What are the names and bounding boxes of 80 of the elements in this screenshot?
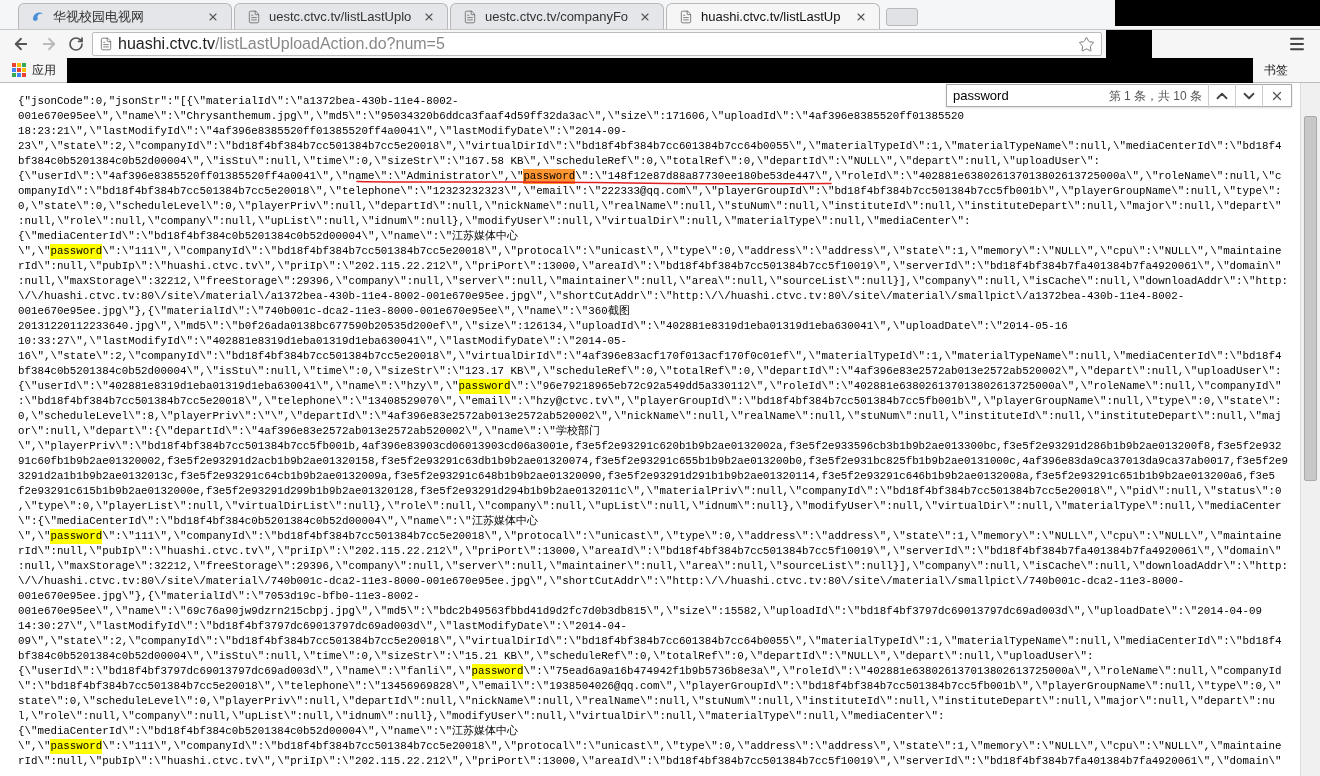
json-text: :\"bd18f4bf384b7cc501384b7cc5e20018\",\"telephone\":\"13408529070\",\"email\":\"hzy@ctvc.tv\",\"playerGroupId\":\"bd18f4bf384b7cc501384b7cc5fb001b\",\"playerGroupName\":null,\"type\":0,\"state\": xyxy=(18,394,1282,409)
json-text: :null,\"maxStorage\":32212,\"freeStorage\":29396,\"company\":null,\"server\":null,\"maintainer\":null,\"area\":null,\"sourceList\":null}],\"company\":null,\"isCache\":null,\"downloadAddr\":\"http: xyxy=(18,559,1288,574)
browser-tab[interactable]: uestc.ctvc.tv/listLastUplo xyxy=(234,3,448,29)
json-text: 20131220112233640.jpg\",\"md5\":\"b0f26ada0138bc677590b20535d200ef\",\"size\":126134,\"uploadId\":\"402881e8319d1eba01319d1eba630041\",\"uploadDate\":\"2014-05-16 xyxy=(18,319,1068,334)
json-text: bf384c0b5201384c0b52d00004\",\"isStu\":null,\"time\":0,\"sizeStr\":\"123.17 KB\",\"scheduleRef\":0,\"totalRef\":0,\"departId\":\"4af396e83e2572ab013e2572ab520002\",\"depart\":null,\"uploadUser\": xyxy=(18,364,1282,379)
back-icon[interactable] xyxy=(12,35,30,53)
json-text: \":\"111\",\"companyId\":\"bd18f4bf384b7cc501384b7cc5e20018\",\"protocal\":\"unicast\",\"type\":0,\"address\":\"address\",\"state\":1,\"memory\":\"NULL\",\"cpu\":\"NULL\",\"maintaine xyxy=(102,244,1282,259)
json-text: 09\",\"state\":2,\"companyId\":\"bd18f4bf384b7cc501384b7cc5e20018\",\"virtualDirId\":\"bd18f4bf384b7cc601384b7cc64b0055\",\"materialTypeId\":1,\"materialTypeName\":null,\"mediaCenterId\":\"bd18f4 xyxy=(18,634,1282,649)
browser-tab[interactable]: 华视校园电视网 xyxy=(18,3,232,29)
json-text: {\"mediaCenterId\":\"bd18f4bf384c0b5201384c0b52d00004\",\"name\":\"江苏媒体中心 xyxy=(18,229,519,244)
star-icon[interactable] xyxy=(1078,35,1095,53)
json-text: 001e670e95ee.jpg\"},{\"materialId\":\"7053d19c-bfb0-11e3-8002- xyxy=(18,589,420,604)
json-text: 10:33:27\",\"lastModifyId\":\"402881e8319d1eba01319d1eba630041\",\"lastModifyDate\":\"2014-05- xyxy=(18,334,628,349)
json-text: \/\/huashi.ctvc.tv:80\/site\/material\/a1372bea-430b-11e4-8002-001e670e95ee.jpg\",\"shortCutAddr\":\"http:\/\/huashi.ctvc.tv:80\/site\/material\/smallpict\/a1372bea-430b-11e4-8002- xyxy=(18,289,1185,304)
json-text: 001e670e95ee\",\"name\":\"Chrysanthemum.jpg\",\"md5\":\"95034320b6ddca3faaf4d59ff32da3ac\",\"size\":171606,\"uploadId\":\"4af396e8385520ff01385520 xyxy=(18,109,964,124)
json-text: {\"userId\":\"402881e8319d1eba01319d1eba630041\",\"name\":\"hzy\",\" xyxy=(18,379,459,394)
search-match: password xyxy=(50,244,103,259)
json-text: 001e670e95ee.jpg\"},{\"materialId\":\"740b001c-dca2-11e3-8000-001e670e95ee\",\"name\":\"360截图 xyxy=(18,304,630,319)
page-icon xyxy=(679,9,693,24)
json-text: :null,\"maxStorage\":32212,\"freeStorage\":29396,\"company\":null,\"server\":null,\"maintainer\":null,\"area\":null,\"sourceList\":null}],\"company\":null,\"isCache\":null,\"downloadAddr\":\"http: xyxy=(18,274,1288,289)
json-text: \":\"148f12e87d88a87730ee180be53de447\",\"roleId\":\"402881e638026137013802613725000a\",\"roleName\":null,\"c xyxy=(575,169,1282,184)
json-text: \":{\"mediaCenterId\":\"bd18f4bf384c0b5201384c0b52d00004\",\"name\":\"江苏媒体中心 xyxy=(18,514,538,529)
json-text: {\"userId\":\"4af396e8385520ff01385520ff4a0041\",\"name\":\"Administrator\",\" xyxy=(18,169,524,184)
page-icon xyxy=(99,37,113,51)
json-text: \":\"96e79218965eb72c92a549dd5a330112\",\"roleId\":\"402881e638026137013802613725000a\",\"roleName\":null,\"companyId\" xyxy=(510,379,1282,394)
json-text: \":\"bd18f4bf384b7cc501384b7cc5e20018\",\"telephone\":\"13456969828\",\"email\":\"1938504026@qq.com\",\"playerGroupId\":\"bd18f4bf384b7cc501384b7cc5fb001b\",\"playerGroupName\":null,\"type\":0,\" xyxy=(18,679,1282,694)
address-bar[interactable]: huashi.ctvc.tv/listLastUploadAction.do?num=5 xyxy=(92,32,1102,56)
menu-icon[interactable] xyxy=(1288,35,1306,53)
json-text: \",\" xyxy=(18,739,51,754)
json-text: 91c60fb1b9b2ae01320002,f3e5f2e93291d2acb1b9b2ae01320158,f3e5f2e93291c63db1b9b2ae01320074,f3e5f2e93291c655b1b9b2ae013200b0,f3e5f2e931bc825fb1b9b2ae0131000c,4af396e83da9ca37013da9ca37ab0017,f3e5f2e9 xyxy=(18,454,1288,469)
page-icon xyxy=(463,9,477,24)
search-match: password xyxy=(50,529,103,544)
tab-title: huashi.ctvc.tv/listLastUp xyxy=(701,7,842,26)
json-text: 14:30:27\",\"lastModifyId\":\"bd18f4bf3797dc69013797dc69ad003d\",\"lastModifyDate\":\"2014-04- xyxy=(18,619,628,634)
match-count: 第 1 条，共 10 条 xyxy=(1108,87,1202,105)
json-text: bf384c0b5201384c0b52d00004\",\"isStu\":null,\"time\":0,\"sizeStr\":\"15.21 KB\",\"scheduleRef\":0,\"totalRef\":0,\"departId\":\"NULL\",\"depart\":null,\"uploadUser\": xyxy=(18,649,1094,664)
tab-title: 华视校园电视网 xyxy=(53,7,145,26)
page-icon xyxy=(247,9,261,24)
json-text: \":\"111\",\"companyId\":\"bd18f4bf384b7cc501384b7cc5e20018\",\"protocal\":\"unicast\",\"type\":0,\"address\":\"address\",\"state\":1,\"memory\":\"NULL\",\"cpu\":\"NULL\",\"maintaine xyxy=(102,739,1282,754)
search-match: password xyxy=(458,379,511,394)
tab-title: uestc.ctvc.tv/listLastUplo xyxy=(269,7,413,26)
json-text: {\"userId\":\"bd18f4bf3797dc69013797dc69ad003d\",\"name\":\"fanli\",\" xyxy=(18,664,472,679)
json-text: \",\"playerPriv\":\"bd18f4bf384b7cc501384b7cc5fb001b,4af396e83903cd06013903cd06a3001e,f3e5f2e93291c620b1b9b2ae0132002a,f3e5f2e933596cb3b1b9b2ae013300bc,f3e5f2e93291d286b1b9b2ae013200f8,f3e5f2e932 xyxy=(18,439,1282,454)
search-match: password xyxy=(471,664,524,679)
json-text: {\"mediaCenterId\":\"bd18f4bf384c0b5201384c0b52d00004\",\"name\":\"江苏媒体中心 xyxy=(18,724,519,739)
json-text: \",\" xyxy=(18,529,51,544)
json-text: 001e670e95ee\",\"name\":\"69c76a90jw9dzrn215cbpj.jpg\",\"md5\":\"bdc2b49563fbbd41d9d2fc7d0b3db815\",\"size\":15582,\"uploadId\":\"bd18f4bf3797dc69013797dc69ad003d\",\"uploadDate\":\"2014-04-09 xyxy=(18,604,1262,619)
url-text: huashi.ctvc.tv/listLastUploadAction.do?num=5 xyxy=(118,34,446,54)
json-text: 16\",\"state\":2,\"companyId\":\"bd18f4bf384b7cc501384b7cc5e20018\",\"virtualDirId\":\"4af396e83acf170f013acf170f0c01ef\",\"materialTypeId\":1,\"materialTypeName\":null,\"mediaCenterId\":\"bd18f4 xyxy=(18,349,1282,364)
json-text: bf384c0b5201384c0b52d00004\",\"isStu\":null,\"time\":0,\"sizeStr\":\"167.58 KB\",\"scheduleRef\":0,\"totalRef\":0,\"departId\":\"NULL\",\"depart\":null,\"uploadUser\": xyxy=(18,154,1101,169)
browser-tab[interactable]: uestc.ctvc.tv/companyFo xyxy=(450,3,664,29)
json-text: ,\"type\":0,\"playerList\":null,\"virtualDirList\":null},\"role\":null,\"company\":null,\"upList\":null,\"idnum\":null},\"modifyUser\":null,\"virtualDir\":null,\"materialType\":null,\"mediaCenter xyxy=(18,499,1282,514)
tab-title: uestc.ctvc.tv/companyFo xyxy=(485,7,630,26)
json-text: 18:23:21\",\"lastModifyId\":\"4af396e8385520ff01385520ff4a0041\",\"lastModifyDate\":\"2014-09- xyxy=(18,124,628,139)
apps-grid-icon[interactable] xyxy=(12,63,26,77)
json-text: state\":0,\"scheduleLevel\":0,\"playerPriv\":null,\"departId\":null,\"nickName\":null,\"realName\":null,\"stuNum\":null,\"instituteId\":null,\"instituteDepart\":null,\"major\":null,\"depart\":nu xyxy=(18,694,1275,709)
apps-link[interactable]: 应用 xyxy=(32,61,56,79)
json-text: \",\" xyxy=(18,244,51,259)
browser-tab[interactable]: huashi.ctvc.tv/listLastUp xyxy=(666,3,880,29)
json-text: rId\":null,\"pubIp\":\"huashi.ctvc.tv\",\"priIp\":\"202.115.22.212\",\"priPort\":13000,\"areaId\":\"bd18f4bf384b7cc501384b7cc5f10019\",\"serverId\":\"bd18f4bf384b7fa401384b7fa4920061\",\"domain\" xyxy=(18,259,1282,274)
json-text: l,\"role\":null,\"company\":null,\"upList\":null,\"idnum\":null},\"modifyUser\":null,\"virtualDir\":null,\"materialType\":null,\"mediaCenter\": xyxy=(18,709,945,724)
json-text: ompanyId\":\"bd18f4bf384b7cc501384b7cc5e20018\",\"telephone\":\"12323232323\",\"email\":\"222333@qq.com\",\"playerGroupId\":\"bd18f4bf384b7cc501384b7cc5fb001b\",\"playerGroupName\":null,\"type\": xyxy=(18,184,1282,199)
json-text: {"jsonCode":0,"jsonStr":"[{\"materialId\":\"a1372bea-430b-11e4-8002- xyxy=(18,94,459,109)
search-match: password xyxy=(50,739,103,754)
scrollbar-thumb[interactable] xyxy=(1304,116,1317,481)
json-text: 0,\"scheduleLevel\":8,\"playerPriv\":\"\",\"departId\":\"4af396e83e2572ab013e2572ab520002\",\"nickName\":null,\"realName\":null,\"stuNum\":null,\"instituteId\":null,\"instituteDepart\":null,\"maj xyxy=(18,409,1282,424)
json-text: 3291d2a1b1b9b2ae0132013c,f3e5f2e93291c64cb1b9b2ae0132009a,f3e5f2e93291c648b1b9b2ae01320090,f3e5f2e93291d291b1b9b2ae01320114,f3e5f2e93291c646b1b9b2ae0132008a,f3e5f2e93291c651b1b9b2ae013200a6,f3e5 xyxy=(18,469,1275,484)
reload-icon[interactable] xyxy=(68,36,84,52)
bookmarks-link[interactable]: 书签 xyxy=(1264,61,1288,79)
json-text: or\":null,\"depart\":{\"departId\":\"4af396e83e2572ab013e2572ab520002\",\"name\":\"学校部门 xyxy=(18,424,600,439)
json-text: 23\",\"state\":2,\"companyId\":\"bd18f4bf384b7cc501384b7cc5e20018\",\"virtualDirId\":\"bd18f4bf384b7cc601384b7cc64b0055\",\"materialTypeId\":1,\"materialTypeName\":null,\"mediaCenterId\":\"bd18f4 xyxy=(18,139,1282,154)
find-input[interactable]: password xyxy=(953,85,1109,106)
json-text: \/\/huashi.ctvc.tv:80\/site\/material\/740b001c-dca2-11e3-8000-001e670e95ee.jpg\",\"shortCutAddr\":\"http:\/\/huashi.ctvc.tv:80\/site\/material\/smallpict\/740b001c-dca2-11e3-8000- xyxy=(18,574,1185,589)
json-text: 0,\"state\":0,\"scheduleLevel\":0,\"playerPriv\":null,\"departId\":null,\"nickName\":null,\"realName\":null,\"stuNum\":null,\"instituteId\":null,\"instituteDepart\":null,\"major\":null,\"depart\" xyxy=(18,199,1282,214)
json-text: \":\"75ead6a9a16b474942f1b9b5736b8e3a\",\"roleId\":\"402881e638026137013802613725000a\",\"roleName\":null,\"companyId xyxy=(523,664,1282,679)
json-text: rId\":null,\"pubIp\":\"huashi.ctvc.tv\",\"priIp\":\"202.115.22.212\",\"priPort\":13000,\"areaId\":\"bd18f4bf384b7cc501384b7cc5f10019\",\"serverId\":\"bd18f4bf384b7fa401384b7fa4920061\",\"domain\" xyxy=(18,544,1282,559)
json-text: rId\":null,\"pubIp\":\"huashi.ctvc.tv\",\"priIp\":\"202.115.22.212\",\"priPort\":13000,\"areaId\":\"bd18f4bf384b7cc501384b7cc5f10019\",\"serverId\":\"bd18f4bf384b7fa401384b7fa4920061\",\"domain\" xyxy=(18,754,1282,769)
json-text: \":\"111\",\"companyId\":\"bd18f4bf384b7cc501384b7cc5e20018\",\"protocal\":\"unicast\",\"type\":0,\"address\":\"address\",\"state\":1,\"memory\":\"NULL\",\"cpu\":\"NULL\",\"maintaine xyxy=(102,529,1282,544)
json-text: f2e93291c615b1b9b2ae0132000e,f3e5f2e93291d299b1b9b2ae01320128,f3e5f2e93291d294b1b9b2ae0132011c\",\"materialPriv\":null,\"companyId\":\"bd18f4bf384b7cc501384b7cc5e20018\",\"pid\":null,\"status\":0 xyxy=(18,484,1282,499)
json-text: :null,\"role\":null,\"company\":null,\"upList\":null,\"idnum\":null},\"modifyUser\":null,\"virtualDir\":null,\"materialType\":null,\"mediaCenter\": xyxy=(18,214,971,229)
